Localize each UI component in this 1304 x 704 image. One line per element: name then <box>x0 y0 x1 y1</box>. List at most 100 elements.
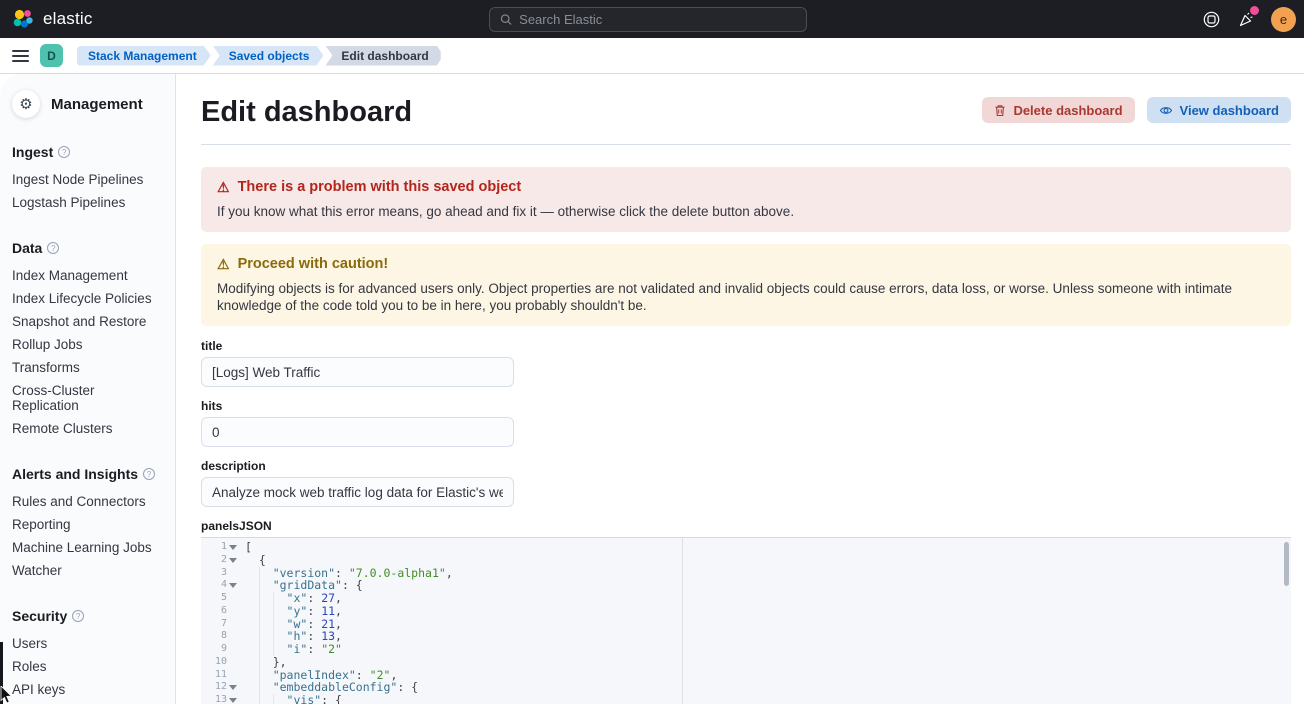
view-dashboard-button[interactable]: View dashboard <box>1147 97 1291 123</box>
alert-triangle-icon: ⚠ <box>217 256 230 273</box>
code-line: 5 "x": 27, <box>201 592 1291 605</box>
code-line: 3 "version": "7.0.0-alpha1", <box>201 567 1291 580</box>
error-callout-body: If you know what this error means, go ah… <box>217 203 1275 220</box>
sidebar-section-title: Security? <box>12 608 163 624</box>
sidebar-title: Management <box>51 96 143 113</box>
search-icon <box>500 13 512 26</box>
line-number: 6 <box>201 605 239 618</box>
hits-field[interactable] <box>201 417 514 447</box>
sidebar-section: Alerts and Insights? Rules and Connectors… <box>12 466 163 582</box>
fold-arrow-icon[interactable] <box>229 558 237 563</box>
delete-dashboard-button[interactable]: Delete dashboard <box>982 97 1134 123</box>
sidebar-item[interactable]: Logstash Pipelines <box>12 191 163 214</box>
breadcrumb-item[interactable]: Stack Management <box>77 46 211 66</box>
sidebar-item[interactable]: Ingest Node Pipelines <box>12 168 163 191</box>
sidebar-item[interactable]: Machine Learning Jobs <box>12 536 163 559</box>
brand-name: elastic <box>43 9 93 29</box>
user-avatar[interactable]: e <box>1271 7 1296 32</box>
divider <box>201 144 1291 145</box>
sidebar-item[interactable]: Snapshot and Restore <box>12 310 163 333</box>
sidebar-item[interactable]: Rules and Connectors <box>12 490 163 513</box>
eye-icon <box>1159 104 1173 117</box>
fold-arrow-icon[interactable] <box>229 698 237 703</box>
sidebar-item[interactable]: Transforms <box>12 356 163 379</box>
line-number: 7 <box>201 618 239 631</box>
code-line: 6 "y": 11, <box>201 605 1291 618</box>
line-number: 9 <box>201 643 239 656</box>
line-number: 12 <box>201 681 239 694</box>
warning-callout: ⚠ Proceed with caution! Modifying object… <box>201 244 1291 326</box>
code-line: 1[ <box>201 541 1291 554</box>
elastic-logo-icon <box>11 7 35 31</box>
elastic-logo[interactable]: elastic <box>0 7 93 31</box>
sidebar-section: Security?UsersRolesAPI keysRole Mappings <box>12 608 163 704</box>
newsfeed-icon[interactable] <box>1236 9 1256 29</box>
sidebar-item[interactable]: Watcher <box>12 559 163 582</box>
title-field[interactable] <box>201 357 514 387</box>
section-help-icon[interactable]: ? <box>72 610 84 622</box>
space-avatar[interactable]: D <box>40 44 63 67</box>
panels-json-label: panelsJSON <box>201 519 1291 533</box>
menu-icon[interactable] <box>0 50 40 62</box>
breadcrumb-bar: D Stack ManagementSaved objectsEdit dash… <box>0 38 1304 74</box>
code-line: 4 "gridData": { <box>201 579 1291 592</box>
breadcrumb: Stack ManagementSaved objectsEdit dashbo… <box>77 46 443 66</box>
sidebar-item[interactable]: Roles <box>12 655 163 678</box>
description-field[interactable] <box>201 477 514 507</box>
sidebar-item[interactable]: Users <box>12 632 163 655</box>
code-line: 7 "w": 21, <box>201 618 1291 631</box>
sidebar-item[interactable]: Cross-Cluster Replication <box>12 379 163 417</box>
search-input[interactable] <box>519 12 796 27</box>
line-number: 8 <box>201 630 239 643</box>
sidebar-item[interactable]: Index Lifecycle Policies <box>12 287 163 310</box>
code-lines: 1[2 {3 "version": "7.0.0-alpha1",4 "grid… <box>201 541 1291 704</box>
code-line: 12 "embeddableConfig": { <box>201 681 1291 694</box>
warning-callout-body: Modifying objects is for advanced users … <box>217 280 1275 314</box>
global-search[interactable] <box>489 7 807 32</box>
sidebar-section: Ingest? Ingest Node PipelinesLogstash Pip… <box>12 144 163 214</box>
gear-icon: ⚙ <box>12 90 40 118</box>
sidebar-section-title-text: Ingest <box>12 144 53 160</box>
section-help-icon[interactable]: ? <box>58 146 70 158</box>
sidebar-section-title: Data? <box>12 240 163 256</box>
section-help-icon[interactable]: ? <box>47 242 59 254</box>
fold-arrow-icon[interactable] <box>229 545 237 550</box>
breadcrumb-item: Edit dashboard <box>325 46 440 66</box>
breadcrumb-item[interactable]: Saved objects <box>213 46 324 66</box>
code-line: 8 "h": 13, <box>201 630 1291 643</box>
sidebar-section-title-text: Data <box>12 240 42 256</box>
line-number: 5 <box>201 592 239 605</box>
panels-json-editor[interactable]: 1[2 {3 "version": "7.0.0-alpha1",4 "grid… <box>201 537 1291 704</box>
code-line: 13 "vis": { <box>201 694 1291 704</box>
indent-guide <box>259 694 260 704</box>
sidebar-nav: Ingest? Ingest Node PipelinesLogstash Pip… <box>12 144 163 704</box>
sidebar-item[interactable]: Index Management <box>12 264 163 287</box>
main-content: Edit dashboard Delete dashboard View das… <box>176 74 1304 704</box>
sidebar-section-title-text: Alerts and Insights <box>12 466 138 482</box>
editor-scrollbar[interactable] <box>1284 542 1289 586</box>
sidebar-item[interactable]: Reporting <box>12 513 163 536</box>
error-callout-title: There is a problem with this saved objec… <box>238 179 522 196</box>
description-field-label: description <box>201 459 1291 473</box>
line-number: 2 <box>201 554 239 567</box>
line-number: 4 <box>201 579 239 592</box>
error-callout: ⚠ There is a problem with this saved obj… <box>201 167 1291 232</box>
section-help-icon[interactable]: ? <box>143 468 155 480</box>
alert-triangle-icon: ⚠ <box>217 179 230 196</box>
sidebar-item[interactable]: Rollup Jobs <box>12 333 163 356</box>
sidebar-item[interactable]: API keys <box>12 678 163 701</box>
top-bar: elastic e <box>0 0 1304 38</box>
fold-arrow-icon[interactable] <box>229 583 237 588</box>
help-icon[interactable] <box>1201 9 1221 29</box>
notification-dot <box>1250 6 1259 15</box>
page-title: Edit dashboard <box>201 94 412 130</box>
line-number: 10 <box>201 656 239 669</box>
sidebar-section: Data? Index ManagementIndex Lifecycle Pol… <box>12 240 163 440</box>
sidebar-item[interactable]: Remote Clusters <box>12 417 163 440</box>
line-number: 1 <box>201 541 239 554</box>
line-number: 11 <box>201 669 239 682</box>
fold-arrow-icon[interactable] <box>229 685 237 690</box>
sidebar-section-title: Ingest? <box>12 144 163 160</box>
indent-guide <box>273 694 274 704</box>
sidebar-section-title: Alerts and Insights? <box>12 466 163 482</box>
